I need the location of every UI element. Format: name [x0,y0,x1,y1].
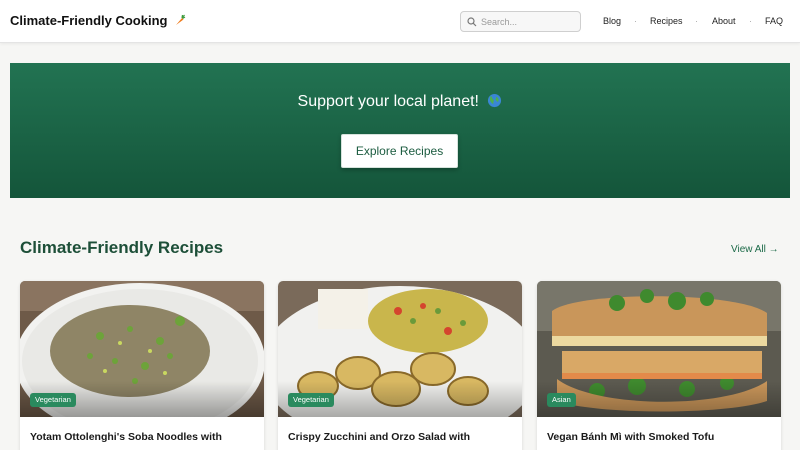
section-title: Climate-Friendly Recipes [20,238,224,257]
globe-icon [488,93,502,108]
hero-title: Support your local planet! [10,93,790,111]
recipe-card[interactable]: Asian Vegan Bánh Mì with Smoked Tofu [537,281,781,450]
explore-recipes-button[interactable]: Explore Recipes [341,134,458,168]
category-badge: Asian [547,393,576,407]
category-badge: Vegetarian [288,393,334,407]
recipe-title[interactable]: Crispy Zucchini and Orzo Salad with [288,431,512,444]
category-badge: Vegetarian [30,393,76,407]
site-header: Climate-Friendly Cooking Blog · Recipes … [0,0,800,43]
hero-title-text: Support your local planet! [297,93,479,110]
nav-separator: · [749,16,752,26]
nav-separator: · [695,16,698,26]
main-nav: Blog · Recipes · About · FAQ [0,16,800,28]
recipe-title[interactable]: Yotam Ottolenghi's Soba Noodles with [30,431,254,444]
nav-link-about[interactable]: About [712,16,736,26]
recipe-card[interactable]: Vegetarian Yotam Ottolenghi's Soba Noodl… [20,281,264,450]
nav-link-blog[interactable]: Blog [603,16,621,26]
nav-link-recipes[interactable]: Recipes [650,16,683,26]
recipe-title[interactable]: Vegan Bánh Mì with Smoked Tofu [547,431,771,444]
view-all-link[interactable]: View All → [731,244,779,255]
nav-link-faq[interactable]: FAQ [765,16,783,26]
hero-banner: Support your local planet! Explore Recip… [10,63,790,198]
recipe-card[interactable]: Vegetarian Crispy Zucchini and Orzo Sala… [278,281,522,450]
nav-separator: · [634,16,637,26]
